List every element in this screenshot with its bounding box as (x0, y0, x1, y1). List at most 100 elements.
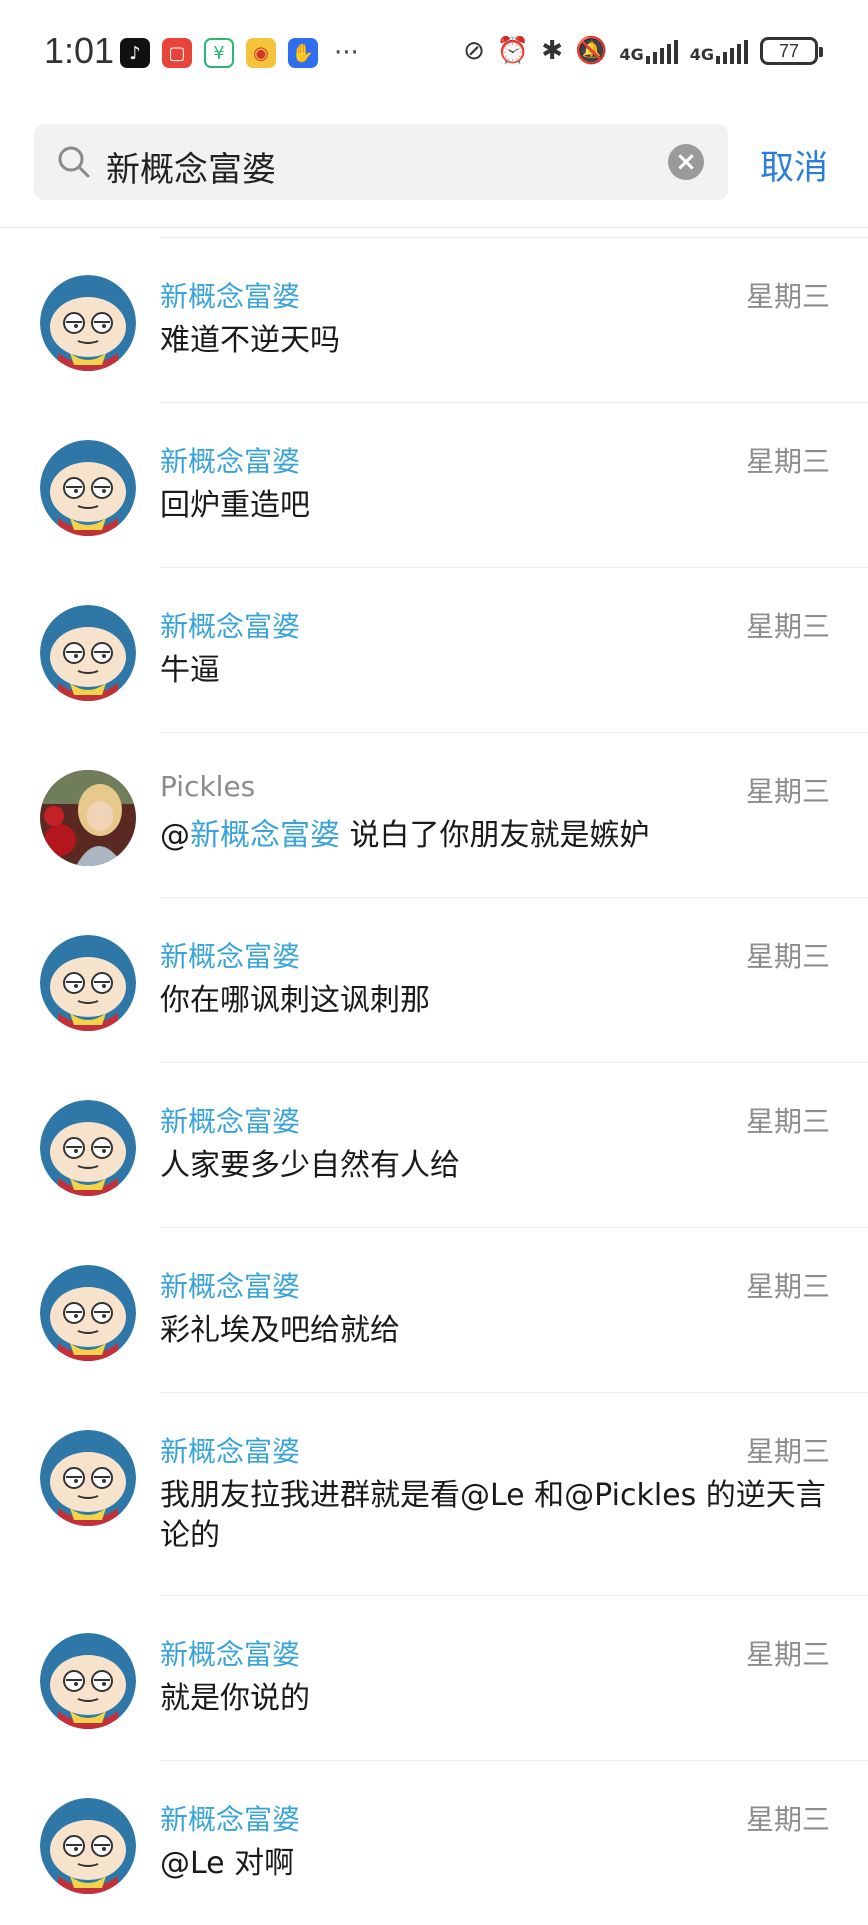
blue-app-icon: ✋ (288, 38, 318, 68)
list-item[interactable]: Pickles 星期三 @新概念富婆 说白了你朋友就是嫉妒 (0, 732, 868, 897)
signal-2: 4G (690, 38, 748, 64)
message-date: 星期三 (745, 280, 830, 313)
avatar[interactable] (40, 1430, 136, 1526)
sender-name: 新概念富婆 (160, 280, 301, 313)
network-type-label: 4G (619, 45, 644, 64)
message-date: 星期三 (745, 1638, 830, 1671)
divider (160, 1062, 868, 1063)
search-results-list[interactable]: 新概念富婆 星期三 难道不逆天吗 新概念富婆 星期三 回炉重造吧 新概念富婆 星… (0, 237, 868, 1925)
list-item[interactable]: 新概念富婆 星期三 人家要多少自然有人给 (0, 1062, 868, 1227)
avatar[interactable] (40, 1100, 136, 1196)
alarm-icon: ⏰ (496, 36, 530, 66)
avatar[interactable] (40, 770, 136, 866)
message-date: 星期三 (745, 445, 830, 478)
message-text: 就是你说的 (160, 1681, 310, 1716)
message-text: 彩礼埃及吧给就给 (160, 1313, 400, 1348)
avatar[interactable] (40, 440, 136, 536)
message-text: @新概念富婆 说白了你朋友就是嫉妒 (160, 816, 830, 856)
divider (0, 227, 868, 228)
sender-name: 新概念富婆 (160, 445, 301, 478)
divider (160, 402, 868, 403)
avatar[interactable] (40, 1798, 136, 1894)
divider (160, 732, 868, 733)
tiktok-icon: ♪ (120, 38, 150, 68)
avatar[interactable] (40, 605, 136, 701)
divider (160, 1595, 868, 1596)
list-item[interactable]: 新概念富婆 星期三 回炉重造吧 (0, 402, 868, 567)
message-body: 说白了你朋友就是嫉妒 (349, 818, 650, 853)
divider (160, 237, 868, 238)
green-app-icon: ¥ (204, 38, 234, 68)
message-date: 星期三 (745, 610, 830, 643)
divider (160, 897, 868, 898)
sender-name: Pickles (160, 770, 256, 803)
sender-name: 新概念富婆 (160, 1105, 301, 1138)
avatar[interactable] (40, 935, 136, 1031)
search-icon (58, 146, 90, 178)
search-query[interactable]: 新概念富婆 (106, 142, 276, 191)
search-input[interactable]: 新概念富婆 × (34, 124, 728, 200)
list-item[interactable]: 新概念富婆 星期三 你在哪讽刺这讽刺那 (0, 897, 868, 1062)
cartoon-face-icon (40, 605, 136, 701)
message-text: 难道不逆天吗 (160, 323, 340, 358)
message-text: @Le 对啊 (160, 1846, 295, 1881)
message-date: 星期三 (745, 775, 830, 808)
sender-name: 新概念富婆 (160, 1270, 301, 1303)
weibo-icon: ◉ (246, 38, 276, 68)
divider (160, 1227, 868, 1228)
battery-icon: 77 (760, 37, 823, 65)
message-text: 人家要多少自然有人给 (160, 1148, 460, 1183)
more-notifications-icon: ··· (334, 38, 359, 68)
cartoon-face-icon (40, 275, 136, 371)
cartoon-face-icon (40, 1633, 136, 1729)
list-item[interactable]: 新概念富婆 星期三 难道不逆天吗 (0, 237, 868, 402)
message-text: 我朋友拉我进群就是看@Le 和@Pickles 的逆天言论的 (160, 1478, 826, 1553)
clock: 1:01 (44, 30, 115, 71)
list-item[interactable]: 新概念富婆 星期三 @Le 对啊 (0, 1760, 868, 1925)
signal-bars-icon (716, 38, 748, 64)
divider (160, 567, 868, 568)
divider (160, 1392, 868, 1393)
message-date: 星期三 (745, 1803, 830, 1836)
cancel-button[interactable]: 取消 (760, 140, 828, 189)
cartoon-face-icon (40, 1265, 136, 1361)
mention-link[interactable]: 新概念富婆 (190, 818, 340, 853)
signal-1: 4G (619, 38, 678, 64)
message-text: 牛逼 (160, 653, 220, 688)
avatar[interactable] (40, 275, 136, 371)
divider (160, 1760, 868, 1761)
data-saver-icon: ⊘ (463, 36, 485, 66)
system-status-icons: ⊘ ⏰ ✱ 🔕 4G 4G 77 (463, 36, 823, 66)
message-date: 星期三 (745, 940, 830, 973)
network-type-label: 4G (689, 45, 714, 64)
sender-name: 新概念富婆 (160, 1638, 301, 1671)
sender-name: 新概念富婆 (160, 610, 301, 643)
sender-name: 新概念富婆 (160, 1803, 301, 1836)
message-date: 星期三 (745, 1435, 830, 1468)
list-item[interactable]: 新概念富婆 星期三 就是你说的 (0, 1595, 868, 1760)
avatar[interactable] (40, 1633, 136, 1729)
list-item[interactable]: 新概念富婆 星期三 彩礼埃及吧给就给 (0, 1227, 868, 1392)
cartoon-face-icon (40, 935, 136, 1031)
message-text: 回炉重造吧 (160, 488, 310, 523)
message-date: 星期三 (745, 1270, 830, 1303)
cartoon-face-icon (40, 1100, 136, 1196)
cartoon-face-icon (40, 440, 136, 536)
clear-icon[interactable]: × (668, 144, 704, 180)
mute-icon: 🔕 (575, 36, 608, 66)
sender-name: 新概念富婆 (160, 940, 301, 973)
red-app-icon: ▢ (162, 38, 192, 68)
notification-icons: ♪ ▢ ¥ ◉ ✋ ··· (120, 38, 359, 68)
avatar[interactable] (40, 1265, 136, 1361)
cartoon-face-icon (40, 1798, 136, 1894)
message-date: 星期三 (745, 1105, 830, 1138)
cartoon-face-icon (40, 1430, 136, 1526)
mention-at: @ (160, 818, 190, 853)
message-text: 你在哪讽刺这讽刺那 (160, 983, 430, 1018)
list-item[interactable]: 新概念富婆 星期三 牛逼 (0, 567, 868, 732)
signal-bars-icon (645, 38, 678, 64)
bluetooth-icon: ✱ (541, 36, 564, 66)
list-item[interactable]: 新概念富婆 星期三 我朋友拉我进群就是看@Le 和@Pickles 的逆天言论的 (0, 1392, 868, 1595)
profile-photo-icon (40, 770, 136, 866)
status-bar: 1:01 ♪ ▢ ¥ ◉ ✋ ··· ⊘ ⏰ ✱ 🔕 4G 4G 77 (0, 0, 868, 110)
